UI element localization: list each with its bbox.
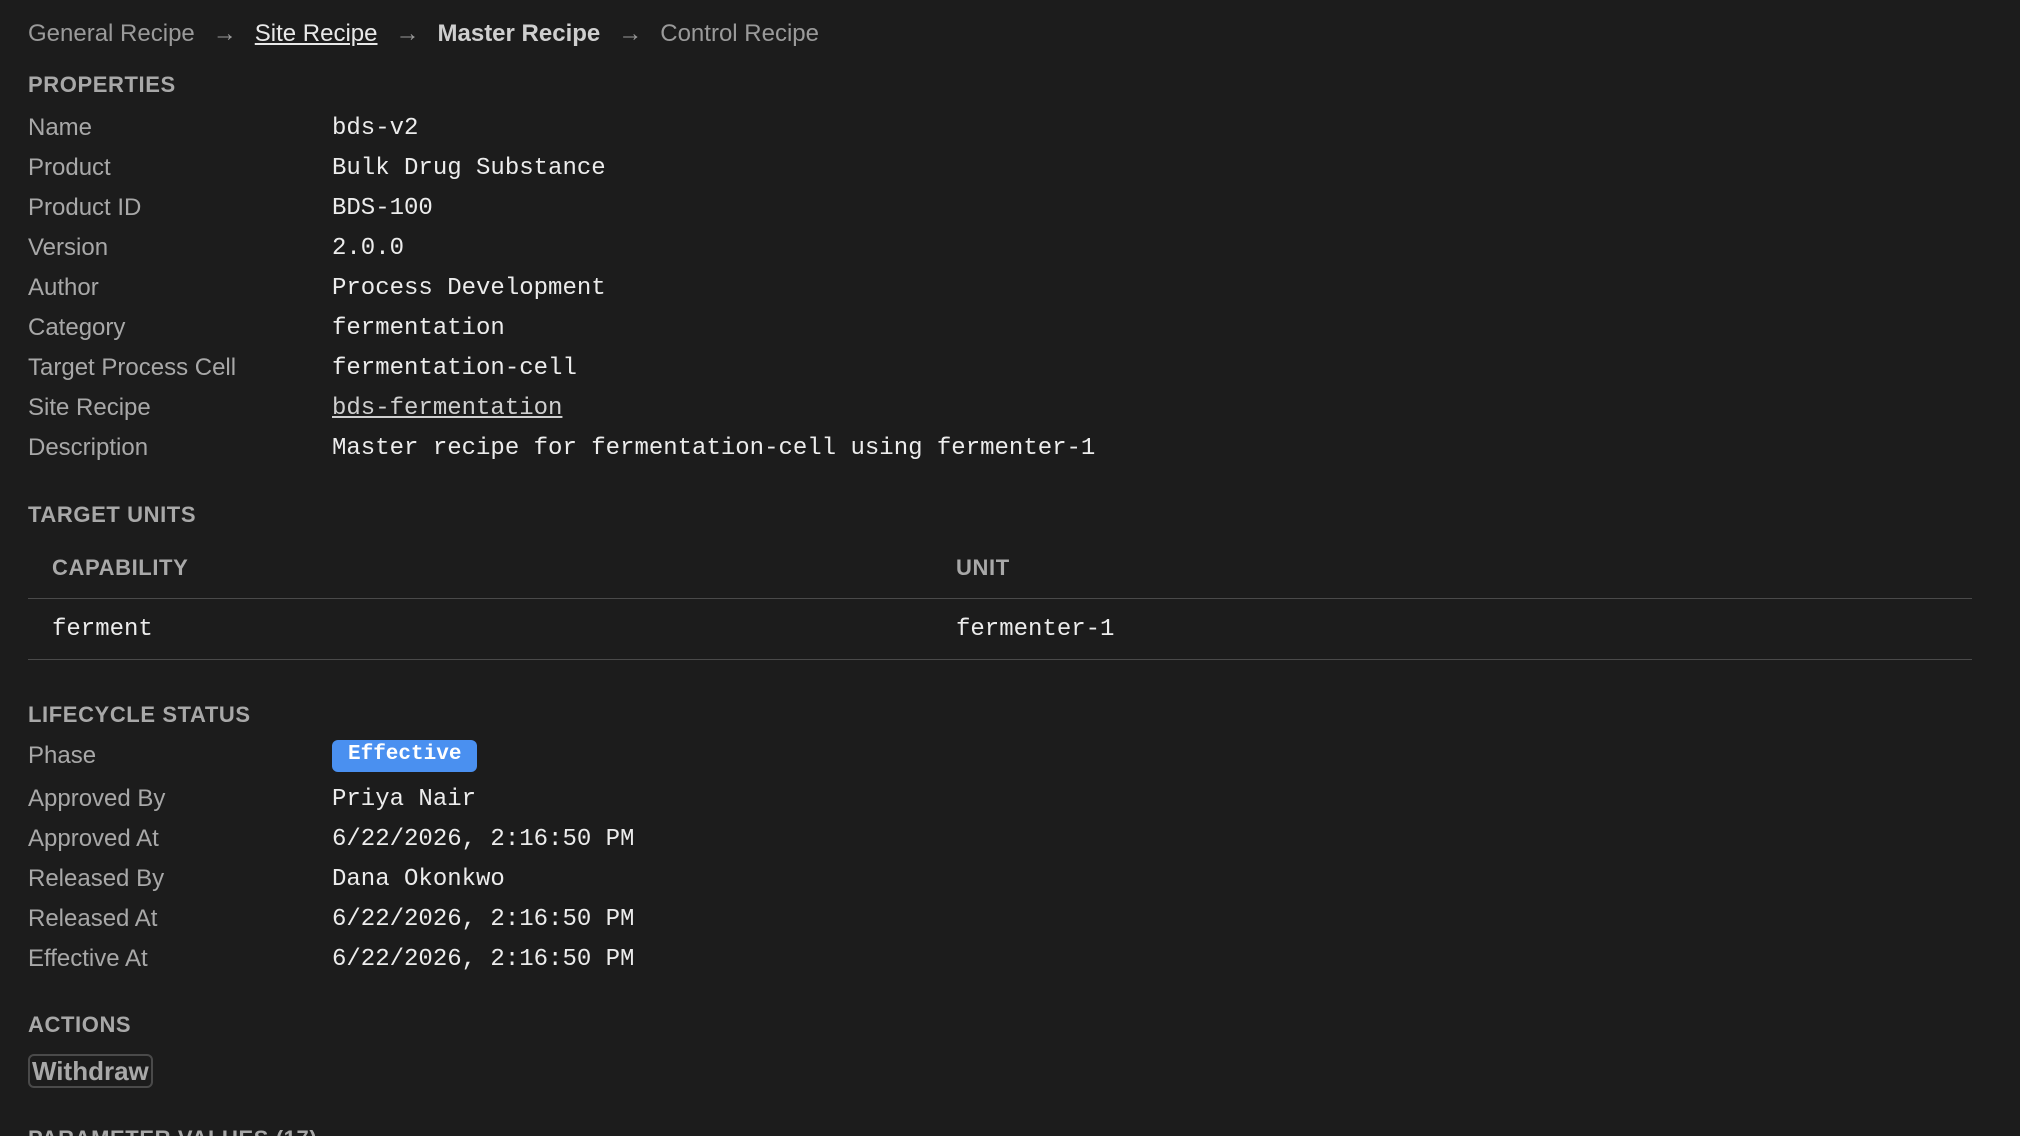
property-value: BDS-100 bbox=[332, 194, 433, 222]
lifecycle-key: Released By bbox=[28, 865, 165, 892]
table-header-row: CAPABILITY UNIT bbox=[28, 538, 1972, 599]
property-value: Bulk Drug Substance bbox=[332, 154, 606, 182]
lifecycle-row-released-by: Released By Dana Okonkwo bbox=[28, 859, 1428, 899]
column-header-capability: CAPABILITY bbox=[52, 555, 189, 580]
property-key: Version bbox=[28, 234, 109, 261]
property-row-name: Name bds-v2 bbox=[28, 108, 1428, 148]
property-key: Category bbox=[28, 314, 126, 341]
breadcrumb-arrow-icon: → bbox=[618, 20, 643, 47]
breadcrumb: General Recipe → Site Recipe → Master Re… bbox=[28, 20, 819, 48]
breadcrumb-arrow-icon: → bbox=[212, 20, 237, 47]
property-value: Master recipe for fermentation-cell usin… bbox=[332, 434, 1096, 462]
lifecycle-key: Effective At bbox=[28, 945, 148, 972]
property-value: Process Development bbox=[332, 274, 606, 302]
property-value: fermentation bbox=[332, 314, 505, 342]
property-value: bds-v2 bbox=[332, 114, 419, 142]
actions-section-title: ACTIONS bbox=[28, 1012, 132, 1037]
breadcrumb-site-recipe-link[interactable]: Site Recipe bbox=[255, 20, 378, 48]
property-row-author: Author Process Development bbox=[28, 268, 1428, 308]
property-key: Target Process Cell bbox=[28, 354, 237, 381]
parameter-values-section-title: PARAMETER VALUES (17) bbox=[28, 1126, 317, 1136]
lifecycle-row-effective-at: Effective At 6/22/2026, 2:16:50 PM bbox=[28, 939, 1428, 979]
lifecycle-section-title: LIFECYCLE STATUS bbox=[28, 702, 251, 727]
table-cell-unit: fermenter-1 bbox=[956, 615, 1115, 643]
breadcrumb-general-recipe[interactable]: General Recipe bbox=[28, 20, 195, 48]
property-key: Author bbox=[28, 274, 99, 301]
table-row: ferment fermenter-1 bbox=[28, 599, 1972, 660]
property-row-site-recipe: Site Recipe bds-fermentation bbox=[28, 388, 1428, 428]
lifecycle-value: Dana Okonkwo bbox=[332, 865, 505, 893]
property-row-description: Description Master recipe for fermentati… bbox=[28, 428, 1428, 468]
property-value: 2.0.0 bbox=[332, 234, 405, 262]
property-key: Site Recipe bbox=[28, 394, 151, 421]
property-key: Name bbox=[28, 114, 93, 141]
lifecycle-key: Approved At bbox=[28, 825, 159, 852]
lifecycle-value: Priya Nair bbox=[332, 785, 477, 813]
property-key: Description bbox=[28, 434, 149, 461]
property-row-product: Product Bulk Drug Substance bbox=[28, 148, 1428, 188]
property-key: Product ID bbox=[28, 194, 142, 221]
target-units-section-title: TARGET UNITS bbox=[28, 502, 197, 527]
lifecycle-value: 6/22/2026, 2:16:50 PM bbox=[332, 905, 635, 933]
lifecycle-key: Phase bbox=[28, 742, 97, 769]
lifecycle-row-released-at: Released At 6/22/2026, 2:16:50 PM bbox=[28, 899, 1428, 939]
lifecycle-key: Approved By bbox=[28, 785, 166, 812]
lifecycle-row-phase: Phase Effective bbox=[28, 736, 1428, 776]
property-row-version: Version 2.0.0 bbox=[28, 228, 1428, 268]
property-key: Product bbox=[28, 154, 111, 181]
lifecycle-row-approved-at: Approved At 6/22/2026, 2:16:50 PM bbox=[28, 819, 1428, 859]
table-cell-capability: ferment bbox=[52, 615, 153, 643]
phase-status-badge: Effective bbox=[332, 740, 478, 772]
properties-section-title: PROPERTIES bbox=[28, 72, 176, 97]
property-row-target-process-cell: Target Process Cell fermentation-cell bbox=[28, 348, 1428, 388]
lifecycle-key: Released At bbox=[28, 905, 158, 932]
property-value: fermentation-cell bbox=[332, 354, 577, 382]
property-row-product-id: Product ID BDS-100 bbox=[28, 188, 1428, 228]
property-row-category: Category fermentation bbox=[28, 308, 1428, 348]
lifecycle-value: 6/22/2026, 2:16:50 PM bbox=[332, 825, 635, 853]
target-units-table: CAPABILITY UNIT ferment fermenter-1 bbox=[28, 538, 1972, 660]
lifecycle-value: 6/22/2026, 2:16:50 PM bbox=[332, 945, 635, 973]
site-recipe-link[interactable]: bds-fermentation bbox=[332, 395, 562, 422]
breadcrumb-master-recipe-current: Master Recipe bbox=[437, 20, 601, 47]
withdraw-button[interactable]: Withdraw bbox=[28, 1054, 153, 1088]
breadcrumb-control-recipe[interactable]: Control Recipe bbox=[660, 20, 819, 48]
lifecycle-row-approved-by: Approved By Priya Nair bbox=[28, 779, 1428, 819]
breadcrumb-arrow-icon: → bbox=[395, 20, 420, 47]
column-header-unit: UNIT bbox=[956, 555, 1010, 580]
